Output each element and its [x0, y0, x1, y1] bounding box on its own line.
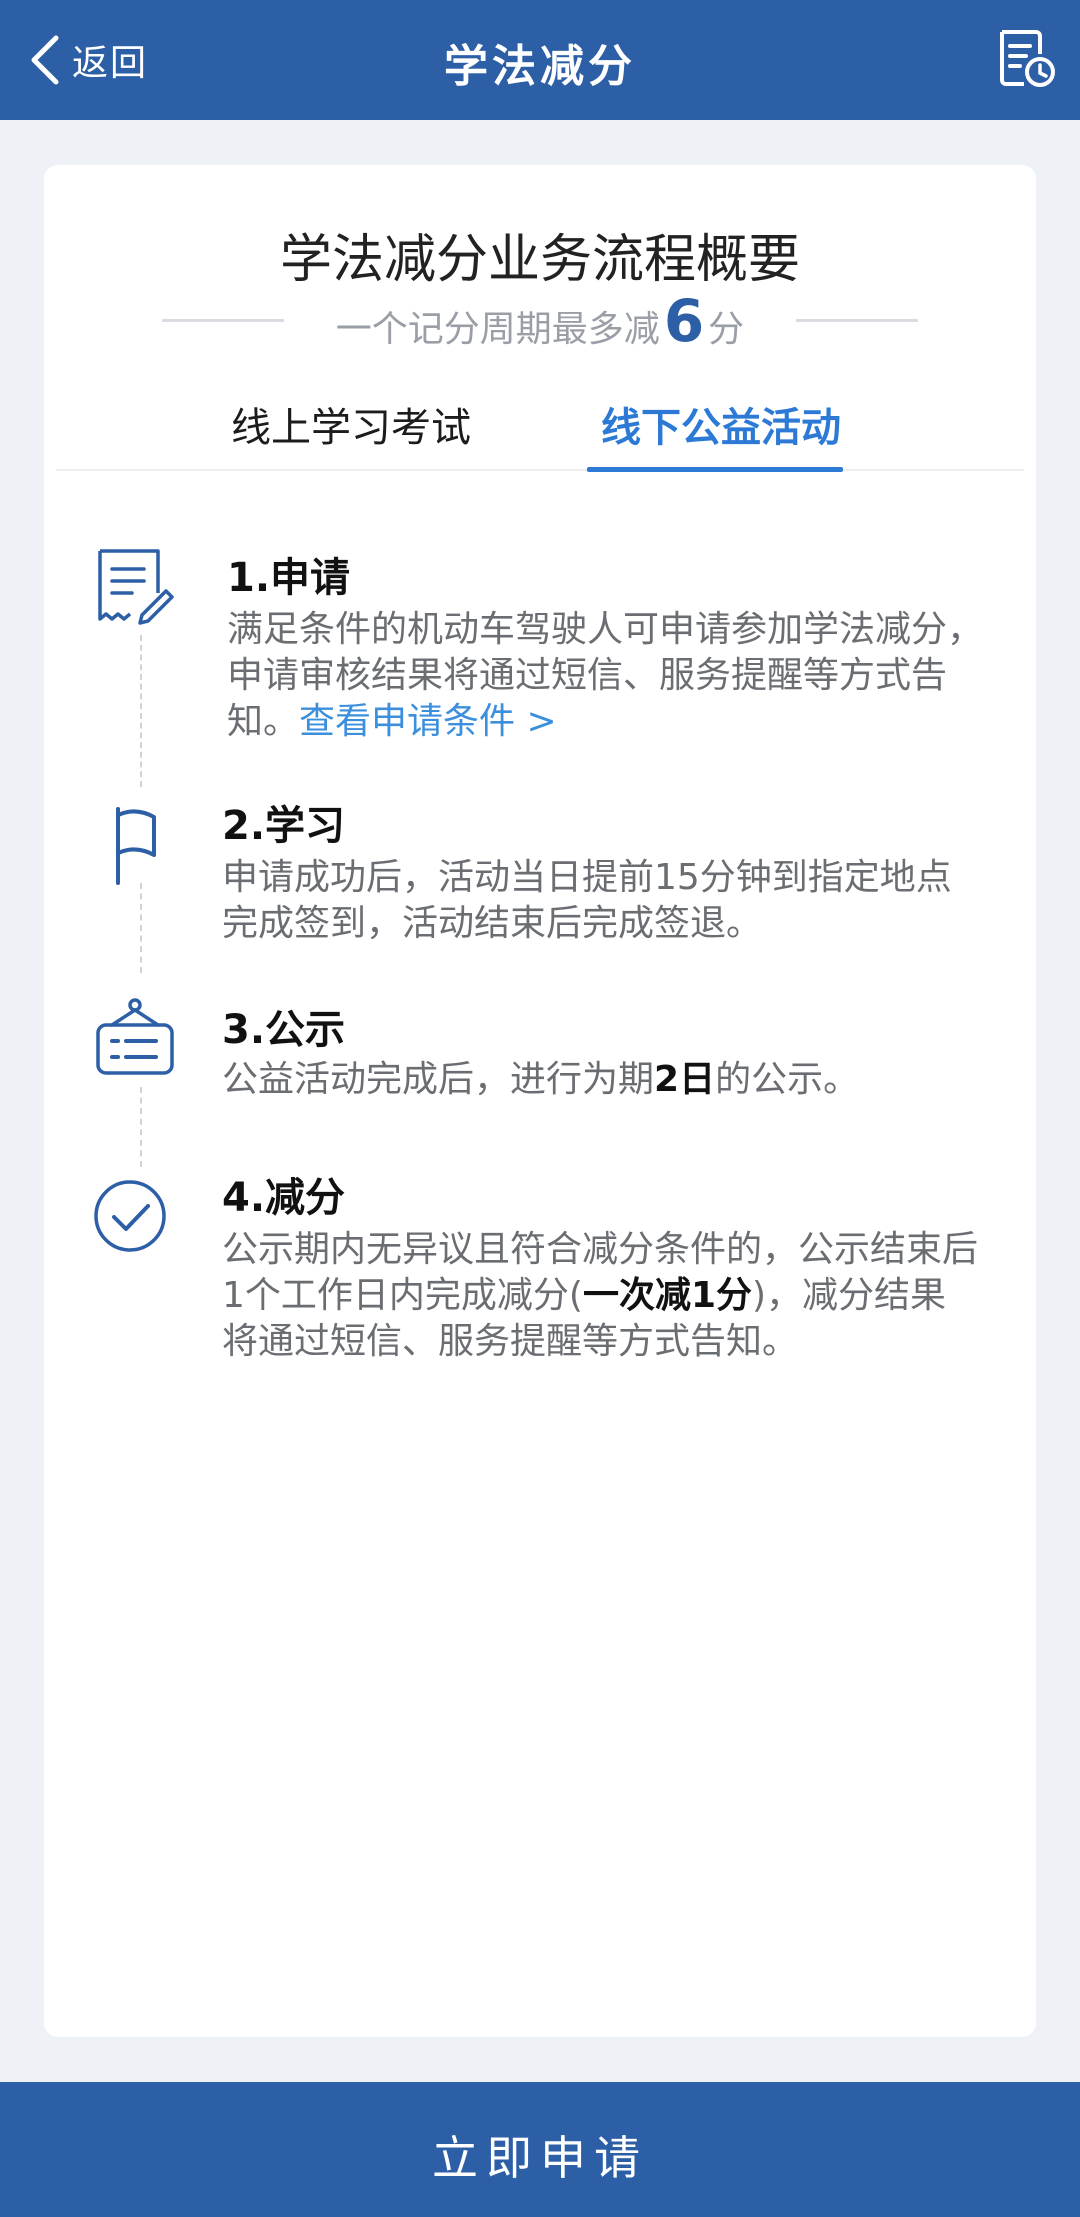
view-application-conditions-link[interactable]: 查看申请条件 >: [299, 701, 557, 742]
step-description: 公示期内无异议且符合减分条件的，公示结束后1个工作日内完成减分(一次减1分)，减…: [222, 1227, 982, 1365]
form-edit-icon: [98, 549, 174, 625]
step-title: 2.学习: [222, 803, 346, 849]
step-description-after: 的公示。: [715, 1059, 860, 1100]
publicity-duration: 2日: [654, 1059, 716, 1100]
step-description: 公益活动完成后，进行为期2日的公示。: [222, 1057, 982, 1103]
record-history-icon[interactable]: [994, 26, 1058, 90]
max-points-number: 6: [663, 287, 705, 355]
apply-now-button[interactable]: 立即申请: [0, 2082, 1080, 2217]
step-connector: [140, 635, 142, 787]
step-description-before: 公益活动完成后，进行为期: [222, 1059, 655, 1100]
tab-online-study-exam[interactable]: 线上学习考试: [231, 395, 471, 453]
tab-bar: 线上学习考试 线下公益活动: [56, 395, 1024, 472]
step-connector: [140, 883, 142, 973]
step-title: 4.减分: [222, 1175, 346, 1221]
subtitle-suffix: 分: [708, 309, 745, 350]
tab-active-indicator: [587, 467, 843, 472]
divider-right: [796, 319, 918, 322]
flag-icon: [116, 807, 156, 885]
step-title: 1.申请: [227, 555, 351, 601]
step-connector: [140, 1087, 142, 1167]
top-nav-bar: 返回 学法减分: [0, 0, 1080, 120]
check-circle-icon: [94, 1180, 166, 1252]
step-description: 满足条件的机动车驾驶人可申请参加学法减分，申请审核结果将通过短信、服务提醒等方式…: [227, 607, 987, 745]
process-summary-card: 学法减分业务流程概要 一个记分周期最多减6 分 线上学习考试 线下公益活动 1.申…: [44, 165, 1036, 2037]
summary-title: 学法减分业务流程概要: [279, 230, 800, 290]
tab-offline-public-welfare[interactable]: 线下公益活动: [601, 395, 841, 453]
apply-now-label: 立即申请: [432, 2131, 648, 2185]
subtitle-prefix: 一个记分周期最多减: [335, 309, 660, 350]
notice-board-icon: [96, 998, 174, 1075]
summary-subtitle-row: 一个记分周期最多减6 分: [44, 287, 1036, 367]
page-title: 学法减分: [444, 41, 636, 92]
deduction-per-time: 一次减1分: [582, 1275, 753, 1316]
step-title: 3.公示: [222, 1007, 346, 1053]
step-description: 申请成功后，活动当日提前15分钟到指定地点完成签到，活动结束后完成签退。: [222, 857, 952, 944]
